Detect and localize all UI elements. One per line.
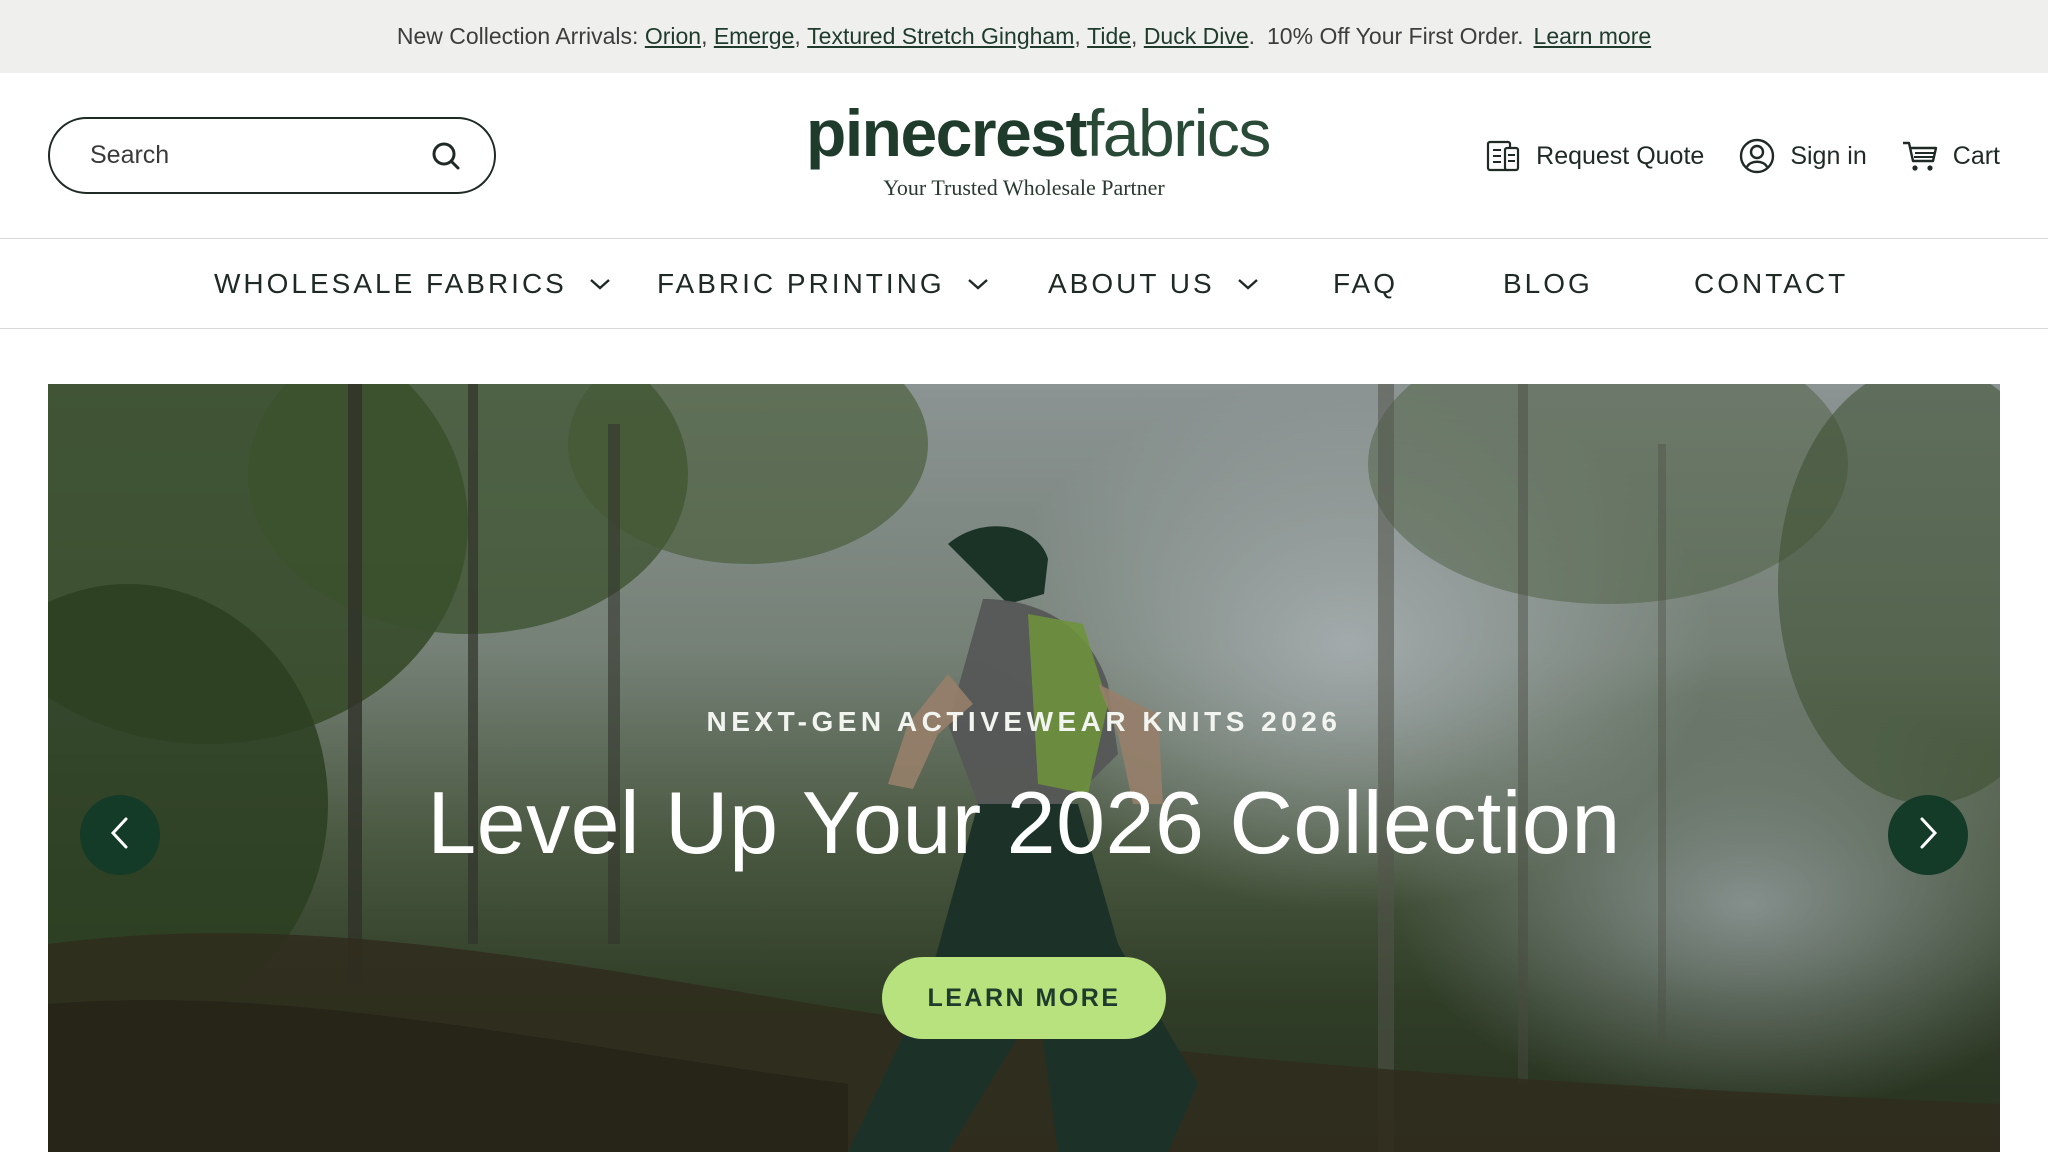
hero-headline: Level Up Your 2026 Collection <box>427 773 1621 872</box>
nav-item-label: FAQ <box>1333 268 1399 299</box>
chevron-left-icon <box>107 815 133 856</box>
slideshow-prev-button[interactable] <box>80 795 160 875</box>
nav-item-about-us[interactable]: ABOUT US <box>1048 239 1259 329</box>
chevron-down-icon <box>1237 277 1259 291</box>
announcement-link-gingham[interactable]: Textured Stretch Gingham <box>807 23 1074 50</box>
chevron-down-icon <box>967 277 989 291</box>
site-logo[interactable]: pinecrestfabrics Your Trusted Wholesale … <box>806 95 1271 201</box>
sign-in-label: Sign in <box>1790 141 1867 170</box>
nav-item-faq[interactable]: FAQ <box>1333 239 1398 329</box>
cart-label: Cart <box>1952 141 2000 170</box>
announcement-link-tide[interactable]: Tide <box>1087 23 1131 50</box>
hero-content: NEXT-GEN ACTIVEWEAR KNITS 2026 Level Up … <box>48 384 2000 1152</box>
user-account-icon <box>1738 137 1776 175</box>
nav-item-label: FABRIC PRINTING <box>657 268 945 299</box>
chevron-right-icon <box>1915 815 1941 856</box>
hero-learn-more-button[interactable]: LEARN MORE <box>882 957 1166 1039</box>
search-input[interactable] <box>90 141 428 170</box>
hero-eyebrow: NEXT-GEN ACTIVEWEAR KNITS 2026 <box>706 706 1342 737</box>
hero-slideshow: NEXT-GEN ACTIVEWEAR KNITS 2026 Level Up … <box>48 384 2000 1152</box>
nav-item-blog[interactable]: BLOG <box>1503 239 1593 329</box>
header-actions: Request Quote Sign in Cart <box>1450 134 2000 178</box>
sign-in-button[interactable]: Sign in <box>1738 137 1867 175</box>
logo-wordmark-light: fabrics <box>1085 96 1271 170</box>
nav-item-label: BLOG <box>1503 268 1593 299</box>
announcement-learn-more-link[interactable]: Learn more <box>1534 23 1652 50</box>
nav-item-label: CONTACT <box>1694 268 1849 299</box>
nav-item-label: ABOUT US <box>1048 268 1215 299</box>
announcement-offer: 10% Off Your First Order. <box>1267 23 1524 49</box>
cart-icon <box>1901 137 1939 175</box>
request-quote-button[interactable]: Request Quote <box>1484 137 1704 175</box>
search-icon[interactable] <box>428 138 464 174</box>
site-header: pinecrestfabrics Your Trusted Wholesale … <box>0 73 2048 239</box>
announcement-link-emerge[interactable]: Emerge <box>714 23 795 50</box>
announcement-bar: New Collection Arrivals: Orion, Emerge, … <box>0 0 2048 73</box>
nav-item-wholesale-fabrics[interactable]: WHOLESALE FABRICS <box>214 239 611 329</box>
nav-item-fabric-printing[interactable]: FABRIC PRINTING <box>657 239 989 329</box>
cart-button[interactable]: Cart <box>1901 137 2000 175</box>
logo-tagline: Your Trusted Wholesale Partner <box>883 175 1165 200</box>
nav-item-label: WHOLESALE FABRICS <box>214 268 567 299</box>
main-navigation: WHOLESALE FABRICS FABRIC PRINTING ABOUT … <box>0 239 2048 329</box>
nav-item-contact[interactable]: CONTACT <box>1694 239 1848 329</box>
slideshow-next-button[interactable] <box>1888 795 1968 875</box>
chevron-down-icon <box>589 277 611 291</box>
request-quote-label: Request Quote <box>1536 141 1705 170</box>
search-box <box>48 117 496 194</box>
quote-document-icon <box>1484 137 1522 175</box>
announcement-link-orion[interactable]: Orion <box>645 23 701 50</box>
announcement-link-duck-dive[interactable]: Duck Dive <box>1144 23 1249 50</box>
logo-wordmark-bold: pinecrest <box>806 96 1087 170</box>
announcement-prefix: New Collection Arrivals: <box>396 23 639 49</box>
